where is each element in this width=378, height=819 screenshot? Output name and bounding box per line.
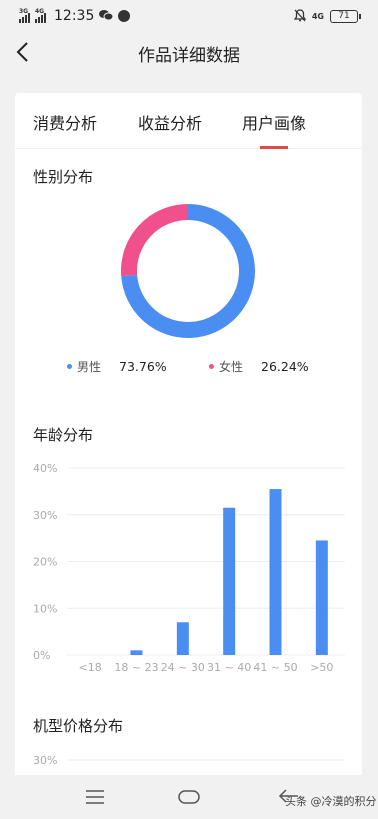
y-tick-label: 30% xyxy=(33,509,57,522)
home-icon xyxy=(178,790,200,804)
battery-icon: 71 xyxy=(330,10,361,23)
legend-male-dot xyxy=(67,364,72,369)
watermark-text: 头条 @冷漠的积分 xyxy=(285,795,377,808)
status-bar: 3G 4G 12:35 4G 71 xyxy=(0,0,378,28)
legend-female-value: 26.24% xyxy=(261,359,309,374)
menu-button[interactable] xyxy=(84,789,106,805)
x-tick-label: 31 ~ 40 xyxy=(207,661,251,674)
age-bar xyxy=(176,622,189,655)
tab-indicator xyxy=(260,146,288,149)
age-bar xyxy=(269,489,282,655)
x-tick-label: <18 xyxy=(79,661,102,674)
tab-revenue[interactable]: 收益分析 xyxy=(138,110,202,134)
age-bar xyxy=(315,540,328,655)
tab-user-profile[interactable]: 用户画像 xyxy=(242,110,306,134)
mute-icon xyxy=(293,7,307,26)
wechat-icon xyxy=(99,6,114,25)
app-notification-icon xyxy=(118,9,131,22)
legend-female: 女性 26.24% xyxy=(209,358,309,375)
y-tick-label: 10% xyxy=(33,602,57,615)
y-tick-label: 0% xyxy=(33,649,50,662)
content-card: 消费分析 收益分析 用户画像 性别分布 男性 73.76% 女性 26.24% … xyxy=(15,93,362,783)
legend-male-value: 73.76% xyxy=(119,359,167,374)
price-tick-label: 30% xyxy=(33,754,57,767)
signal-icon-2: 4G xyxy=(35,8,46,23)
home-button[interactable] xyxy=(177,788,201,806)
x-tick-label: 18 ~ 23 xyxy=(114,661,158,674)
price-section-title: 机型价格分布 xyxy=(33,717,124,735)
x-tick-label: 24 ~ 30 xyxy=(161,661,205,674)
donut-slice-female xyxy=(121,204,189,277)
legend-female-label: 女性 xyxy=(219,360,244,374)
age-bar xyxy=(130,650,143,655)
x-tick-label: 41 ~ 50 xyxy=(253,661,297,674)
network-4g-icon: 4G xyxy=(311,12,324,21)
tab-bar: 消费分析 收益分析 用户画像 xyxy=(15,93,362,149)
legend-male: 男性 73.76% xyxy=(67,358,167,375)
page-title: 作品详细数据 xyxy=(138,46,240,66)
signal-icon: 3G xyxy=(19,8,30,23)
y-tick-label: 20% xyxy=(33,556,57,569)
status-time: 12:35 xyxy=(54,7,95,24)
legend-male-label: 男性 xyxy=(77,360,102,374)
gender-donut-chart xyxy=(121,204,255,338)
tab-consumption[interactable]: 消费分析 xyxy=(33,110,97,134)
menu-icon xyxy=(86,790,104,804)
age-bar-chart: 0% 10% 20% 30% 40% <18 18 ~ 23 24 ~ 30 31 ~ 40 41… xyxy=(33,462,345,674)
legend-female-dot xyxy=(209,364,214,369)
y-tick-label: 40% xyxy=(33,462,57,475)
gender-section-title: 性别分布 xyxy=(33,168,94,186)
age-section-title: 年龄分布 xyxy=(33,426,94,444)
navigation-bar: 作品详细数据 xyxy=(0,28,378,78)
x-tick-label: >50 xyxy=(310,661,333,674)
age-bar xyxy=(223,507,236,655)
